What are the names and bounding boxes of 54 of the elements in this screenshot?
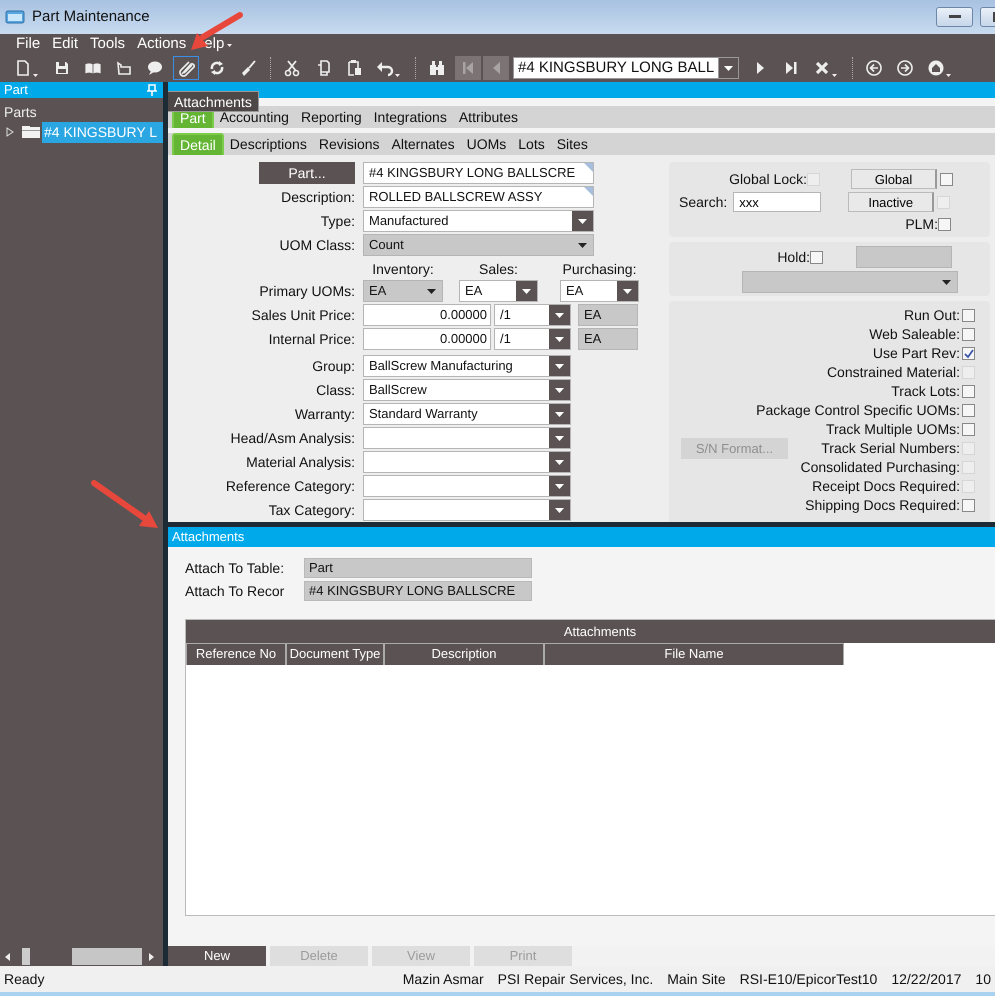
action-button: View [372,946,470,966]
field-label: Consolidated Purchasing: [800,458,960,477]
field-label: Attach To Recor [185,582,286,600]
field-label: Sales Unit Price: [252,306,355,322]
status-text: PSI Repair Services, Inc. [498,970,654,989]
field-label: Receipt Docs Required: [812,477,960,496]
tree-title: Parts [4,103,38,122]
field-label: PLM: [905,214,938,234]
field-label: Web Saleable: [869,325,960,344]
action-button: Print [474,946,572,966]
field-label: Constrained Material: [826,363,960,382]
field-label: Primary UOMs: [259,282,355,298]
readonly-field: #4 KINGSBURY LONG BALLSCRE [304,581,532,601]
grid-title: Attachments [186,620,995,643]
field-label: Head/Asm Analysis: [230,430,355,446]
field-label: Track Serial Numbers: [821,439,960,458]
field-label: Attach To Table: [185,558,286,578]
uom-field: EA [578,304,638,326]
status-text: Main Site [667,970,726,988]
field-label: Global Lock: [729,170,807,188]
sn-format-button: S/N Format... [681,438,788,459]
status-text: 12/22/2017 [891,970,962,988]
field-label: Search: [679,192,728,212]
action-button: Delete [270,946,368,966]
field-label: Package Control Specific UOMs: [756,401,960,420]
uom-field: EA [578,328,638,350]
readonly-field: Part [304,558,532,578]
column-heading: Sales: [479,260,518,276]
field-label: Group: [312,358,355,374]
status-text: RSI-E10/EpicorTest10 [740,970,878,989]
field-label: Internal Price: [268,330,355,346]
window-title: Part Maintenance [32,6,150,27]
field-label: Use Part Rev: [872,344,960,363]
status-text: Ready [4,970,44,989]
field-label: Run Out: [904,306,960,325]
column-heading: Inventory: [372,260,434,276]
field-label: Type: [320,212,355,228]
field-label: Description: [281,188,355,204]
field-label: Material Analysis: [246,454,355,470]
field-label: Hold: [777,248,810,266]
field-label: Track Lots: [891,382,960,401]
field-label: Tax Category: [268,502,355,518]
column-heading: Purchasing: [562,260,636,276]
field-label: Shipping Docs Required: [805,496,960,515]
field-label: Warranty: [294,406,355,422]
status-text: Mazin Asmar [402,970,484,988]
panel-title: Part [4,82,28,98]
field-label: UOM Class: [280,236,355,252]
status-text: 10 [975,970,991,988]
panel-title: Attachments [172,529,244,545]
field-label: Reference Category: [226,478,355,494]
field-label: Track Multiple UOMs: [826,420,960,439]
tooltip: Attachments [168,91,259,112]
field-label: Class: [316,382,355,398]
